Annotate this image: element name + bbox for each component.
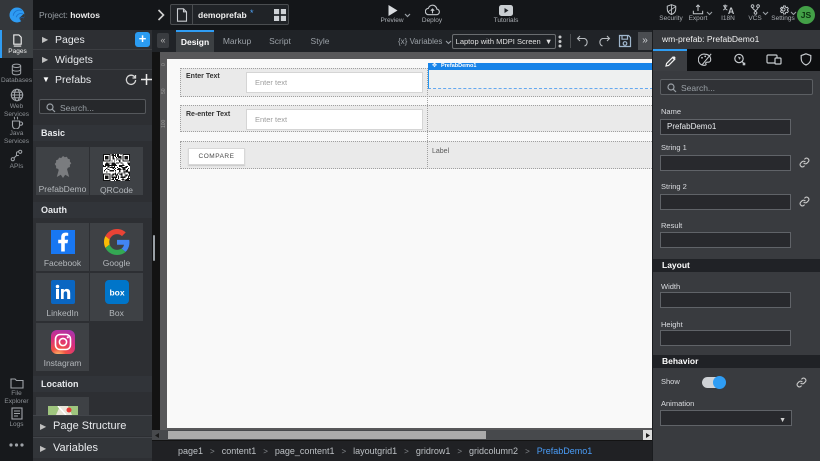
svg-text:A: A (727, 6, 734, 15)
svg-text:box: box (109, 288, 124, 298)
